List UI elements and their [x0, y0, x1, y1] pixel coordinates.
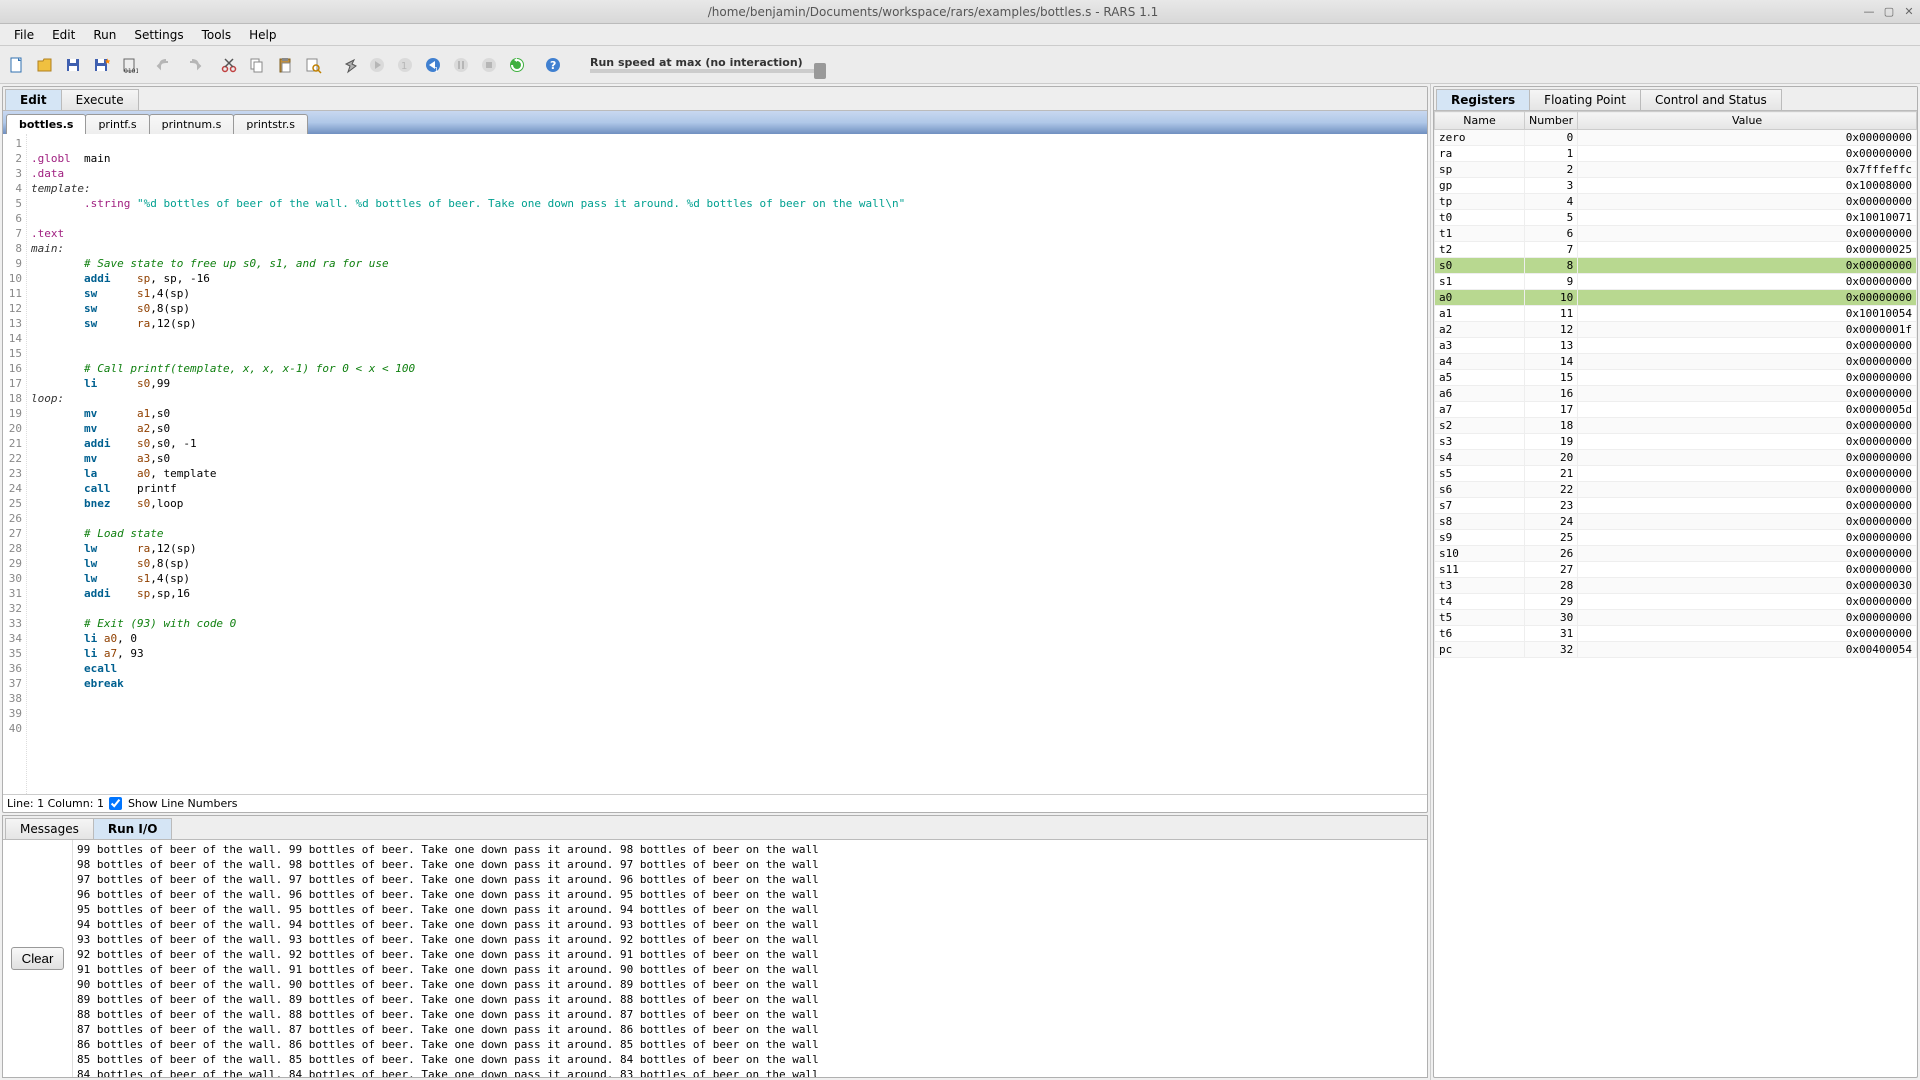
register-row[interactable]: a3130x00000000: [1435, 338, 1917, 354]
close-icon[interactable]: ✕: [1902, 5, 1916, 19]
register-row[interactable]: s11270x00000000: [1435, 562, 1917, 578]
register-row[interactable]: tp40x00000000: [1435, 194, 1917, 210]
menu-help[interactable]: Help: [241, 26, 284, 44]
register-row[interactable]: a5150x00000000: [1435, 370, 1917, 386]
stop-button[interactable]: [476, 52, 502, 78]
register-row[interactable]: s8240x00000000: [1435, 514, 1917, 530]
menu-tools[interactable]: Tools: [194, 26, 240, 44]
run-button[interactable]: [364, 52, 390, 78]
menubar: File Edit Run Settings Tools Help: [0, 24, 1920, 46]
register-row[interactable]: s10260x00000000: [1435, 546, 1917, 562]
menu-run[interactable]: Run: [85, 26, 124, 44]
step-button[interactable]: 1: [392, 52, 418, 78]
register-row[interactable]: s6220x00000000: [1435, 482, 1917, 498]
register-row[interactable]: a0100x00000000: [1435, 290, 1917, 306]
register-row[interactable]: gp30x10008000: [1435, 178, 1917, 194]
minimize-icon[interactable]: —: [1862, 5, 1876, 19]
new-file-button[interactable]: [4, 52, 30, 78]
svg-text:0101: 0101: [124, 68, 138, 74]
register-row[interactable]: t050x10010071: [1435, 210, 1917, 226]
register-row[interactable]: t5300x00000000: [1435, 610, 1917, 626]
step-back-button[interactable]: 1: [420, 52, 446, 78]
cut-button[interactable]: [216, 52, 242, 78]
register-row[interactable]: s190x00000000: [1435, 274, 1917, 290]
undo-button[interactable]: [152, 52, 178, 78]
tab-floating-point[interactable]: Floating Point: [1529, 89, 1641, 110]
redo-button[interactable]: [180, 52, 206, 78]
reg-col-number: Number: [1525, 112, 1578, 130]
register-row[interactable]: pc320x00400054: [1435, 642, 1917, 658]
save-as-button[interactable]: ★: [88, 52, 114, 78]
register-row[interactable]: a4140x00000000: [1435, 354, 1917, 370]
tab-messages[interactable]: Messages: [5, 818, 94, 839]
open-file-button[interactable]: [32, 52, 58, 78]
editor-gutter: 1 2 3 4 5 6 7 8 9 10 11 12 13 14 15 16 1…: [3, 134, 27, 794]
tab-control-status[interactable]: Control and Status: [1640, 89, 1782, 110]
file-tab[interactable]: bottles.s: [6, 114, 86, 134]
register-row[interactable]: t6310x00000000: [1435, 626, 1917, 642]
tab-run-io[interactable]: Run I/O: [93, 818, 173, 839]
toolbar: ★ 0101 1 1 ? Run speed at max (no intera…: [0, 46, 1920, 84]
register-row[interactable]: s7230x00000000: [1435, 498, 1917, 514]
svg-text:?: ?: [550, 59, 556, 72]
run-speed-slider[interactable]: [590, 69, 820, 73]
file-tab[interactable]: printnum.s: [149, 114, 235, 134]
show-line-numbers-checkbox[interactable]: [109, 797, 122, 810]
svg-text:1: 1: [434, 66, 438, 74]
tab-edit[interactable]: Edit: [5, 89, 62, 110]
run-speed-label: Run speed at max (no interaction): [590, 56, 820, 69]
help-button[interactable]: ?: [540, 52, 566, 78]
reg-col-name: Name: [1435, 112, 1525, 130]
pause-button[interactable]: [448, 52, 474, 78]
maximize-icon[interactable]: ▢: [1882, 5, 1896, 19]
paste-button[interactable]: [272, 52, 298, 78]
register-row[interactable]: a6160x00000000: [1435, 386, 1917, 402]
register-row[interactable]: s080x00000000: [1435, 258, 1917, 274]
editor-status-bar: Line: 1 Column: 1 Show Line Numbers: [3, 794, 1427, 813]
find-button[interactable]: [300, 52, 326, 78]
register-row[interactable]: s4200x00000000: [1435, 450, 1917, 466]
window-titlebar: /home/benjamin/Documents/workspace/rars/…: [0, 0, 1920, 24]
copy-button[interactable]: [244, 52, 270, 78]
register-row[interactable]: s2180x00000000: [1435, 418, 1917, 434]
reg-col-value: Value: [1578, 112, 1917, 130]
menu-settings[interactable]: Settings: [126, 26, 191, 44]
console-output[interactable]: 99 bottles of beer of the wall. 99 bottl…: [73, 840, 1427, 1077]
register-row[interactable]: a1110x10010054: [1435, 306, 1917, 322]
register-row[interactable]: s5210x00000000: [1435, 466, 1917, 482]
assemble-button[interactable]: [336, 52, 362, 78]
clear-button[interactable]: Clear: [11, 947, 65, 970]
register-row[interactable]: t3280x00000030: [1435, 578, 1917, 594]
register-row[interactable]: a2120x0000001f: [1435, 322, 1917, 338]
window-title: /home/benjamin/Documents/workspace/rars/…: [4, 5, 1862, 19]
reset-button[interactable]: [504, 52, 530, 78]
dump-button[interactable]: 0101: [116, 52, 142, 78]
menu-file[interactable]: File: [6, 26, 42, 44]
save-button[interactable]: [60, 52, 86, 78]
cursor-position: Line: 1 Column: 1: [7, 797, 104, 810]
code-editor[interactable]: .globl main .data template: .string "%d …: [27, 134, 1427, 794]
register-row[interactable]: t160x00000000: [1435, 226, 1917, 242]
register-row[interactable]: a7170x0000005d: [1435, 402, 1917, 418]
svg-text:1: 1: [401, 61, 407, 72]
show-line-numbers-label: Show Line Numbers: [128, 797, 238, 810]
register-row[interactable]: t270x00000025: [1435, 242, 1917, 258]
register-row[interactable]: zero00x00000000: [1435, 130, 1917, 146]
svg-text:★: ★: [104, 57, 110, 66]
tab-execute[interactable]: Execute: [61, 89, 139, 110]
menu-edit[interactable]: Edit: [44, 26, 83, 44]
file-tab[interactable]: printf.s: [85, 114, 149, 134]
register-row[interactable]: ra10x00000000: [1435, 146, 1917, 162]
register-row[interactable]: s9250x00000000: [1435, 530, 1917, 546]
file-tabs-bar: bottles.sprintf.sprintnum.sprintstr.s: [3, 111, 1427, 134]
register-row[interactable]: t4290x00000000: [1435, 594, 1917, 610]
file-tab[interactable]: printstr.s: [233, 114, 308, 134]
tab-registers[interactable]: Registers: [1436, 89, 1530, 110]
register-row[interactable]: sp20x7fffeffc: [1435, 162, 1917, 178]
register-row[interactable]: s3190x00000000: [1435, 434, 1917, 450]
